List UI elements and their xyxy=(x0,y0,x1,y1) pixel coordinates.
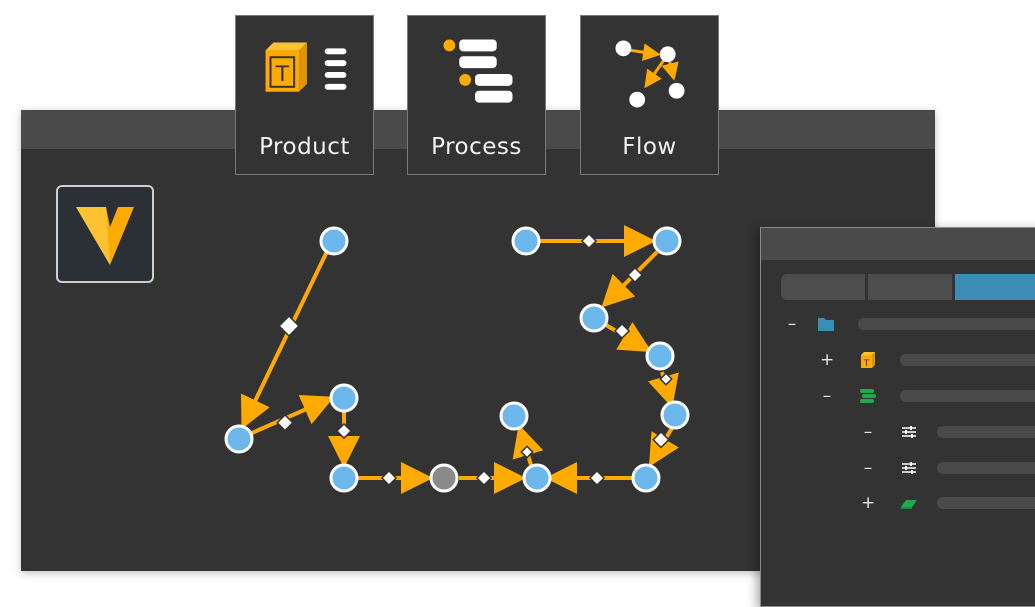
edge-diamond xyxy=(588,469,606,487)
edge-diamond xyxy=(335,422,353,440)
process-icon xyxy=(443,39,513,103)
tree-row[interactable]: + xyxy=(761,493,1035,513)
tree-panel-titlebar xyxy=(761,228,1035,260)
part-icon xyxy=(901,500,917,509)
expand-toggle[interactable]: + xyxy=(820,350,834,370)
folder-icon xyxy=(818,318,834,331)
product-icon: T xyxy=(265,42,347,92)
graph-nodes xyxy=(224,226,690,493)
collapse-toggle[interactable]: – xyxy=(820,386,834,406)
graph-node[interactable] xyxy=(631,463,661,493)
edge-diamond xyxy=(580,232,598,250)
svg-text:T: T xyxy=(863,359,870,369)
edge-diamond xyxy=(520,445,534,459)
tree-tab[interactable] xyxy=(868,274,952,300)
tree-tab[interactable] xyxy=(781,274,865,300)
tree-row[interactable]: – xyxy=(761,314,1035,334)
tree-row[interactable]: – xyxy=(761,422,1035,442)
sliders-icon xyxy=(902,426,916,438)
edge-diamond xyxy=(475,469,493,487)
tree-row[interactable]: – xyxy=(761,386,1035,406)
process-stack-icon xyxy=(860,389,876,403)
tab-product-label: Product xyxy=(259,134,350,160)
tree-tab-strip xyxy=(781,274,1035,300)
edge-markers xyxy=(276,232,673,487)
tree-row-bar xyxy=(900,390,1035,402)
graph-node[interactable] xyxy=(319,226,349,256)
collapse-toggle[interactable]: – xyxy=(861,422,875,442)
product-box-icon: T xyxy=(861,352,875,369)
tree-row[interactable]: + T xyxy=(761,350,1035,370)
tree-tab-active[interactable] xyxy=(955,274,1035,300)
graph-node[interactable] xyxy=(511,226,541,256)
graph-node[interactable] xyxy=(522,463,552,493)
graph-edges xyxy=(240,225,680,494)
graph-node[interactable] xyxy=(645,341,675,371)
graph-node[interactable] xyxy=(652,226,682,256)
tab-process-label: Process xyxy=(431,134,522,160)
graph-node[interactable] xyxy=(224,424,254,454)
tree-row-bar xyxy=(900,354,1035,366)
graph-node-inactive[interactable] xyxy=(429,463,459,493)
tab-product[interactable]: T Product xyxy=(235,15,374,175)
tree-row-bar xyxy=(937,426,1035,438)
tree-panel: – + T – – – + xyxy=(760,227,1035,607)
flow-icon xyxy=(615,40,685,108)
tab-flow[interactable]: Flow xyxy=(580,15,719,175)
graph-node[interactable] xyxy=(329,383,359,413)
tree-row-bar xyxy=(937,462,1035,474)
tree-row-bar xyxy=(937,497,1035,509)
graph-node[interactable] xyxy=(579,303,609,333)
tab-process[interactable]: Process xyxy=(407,15,546,175)
edge xyxy=(251,395,335,435)
collapse-toggle[interactable]: – xyxy=(861,458,875,478)
tree-row-bar xyxy=(858,318,1035,330)
svg-text:T: T xyxy=(275,62,290,87)
graph-node[interactable] xyxy=(499,401,529,431)
collapse-toggle[interactable]: – xyxy=(785,314,799,334)
expand-toggle[interactable]: + xyxy=(861,493,875,513)
tree-row[interactable]: – xyxy=(761,458,1035,478)
tab-flow-label: Flow xyxy=(622,134,677,160)
sliders-icon xyxy=(902,462,916,474)
graph-node[interactable] xyxy=(660,400,690,430)
graph-node[interactable] xyxy=(329,463,359,493)
edge-diamond xyxy=(380,469,398,487)
